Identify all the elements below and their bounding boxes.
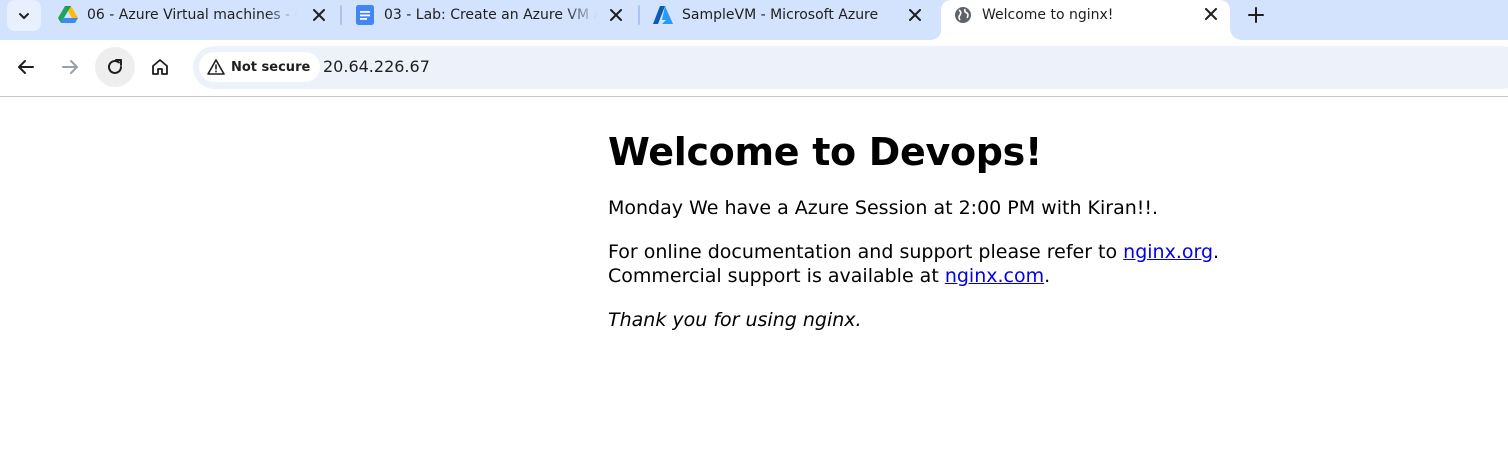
google-docs-icon: [355, 5, 375, 25]
punctuation: .: [1213, 241, 1220, 263]
address-bar[interactable]: Not secure 20.64.226.67: [193, 46, 1508, 89]
close-icon[interactable]: [310, 6, 328, 24]
close-icon[interactable]: [1202, 5, 1220, 23]
google-drive-icon: [58, 5, 78, 25]
tab-search-button[interactable]: [7, 0, 41, 31]
reload-icon: [108, 59, 122, 74]
nginx-org-link[interactable]: nginx.org: [1123, 241, 1213, 263]
close-icon[interactable]: [607, 6, 625, 24]
security-label: Not secure: [231, 59, 311, 75]
back-button[interactable]: [6, 47, 46, 87]
reload-button[interactable]: [95, 47, 135, 87]
toolbar: Not secure 20.64.226.67: [0, 40, 1508, 97]
chevron-down-icon: [19, 12, 29, 19]
new-tab-button[interactable]: [1243, 3, 1269, 27]
tab-strip: 06 - Azure Virtual machines - Google Dri…: [0, 0, 1508, 40]
nginx-com-link[interactable]: nginx.com: [945, 265, 1044, 287]
tab-google-drive[interactable]: 06 - Azure Virtual machines - Google Dri…: [46, 0, 338, 30]
support-paragraph: For online documentation and support ple…: [608, 240, 1308, 288]
session-text: Monday We have a Azure Session at 2:00 P…: [608, 197, 1159, 219]
tab-title: 06 - Azure Virtual machines - Google Dri…: [87, 7, 297, 23]
tab-azure[interactable]: SampleVM - Microsoft Azure: [641, 0, 934, 30]
url-text[interactable]: 20.64.226.67: [323, 57, 430, 76]
tab-curve: [1230, 28, 1242, 40]
tab-title: 03 - Lab: Create an Azure VM and install…: [384, 7, 597, 23]
toolbar-divider: [0, 96, 1508, 97]
support-text: For online documentation and support ple…: [608, 241, 1124, 263]
close-icon[interactable]: [906, 6, 924, 24]
arrow-right-icon: [62, 60, 78, 74]
forward-button[interactable]: [50, 47, 90, 87]
punctuation: .: [1044, 265, 1051, 287]
tab-separator: [638, 5, 640, 25]
warning-icon: [207, 59, 225, 75]
page-heading: Welcome to Devops!: [608, 130, 1043, 174]
tab-google-docs[interactable]: 03 - Lab: Create an Azure VM and install…: [343, 0, 635, 30]
azure-icon: [653, 5, 673, 25]
commercial-text: Commercial support is available at: [608, 265, 945, 287]
page-content: Welcome to Devops! Monday We have a Azur…: [608, 98, 1308, 332]
tab-separator: [340, 5, 342, 25]
globe-icon: [953, 5, 973, 25]
thanks-text: Thank you for using nginx.: [608, 309, 862, 331]
plus-icon: [1248, 7, 1264, 23]
arrow-left-icon: [18, 60, 34, 74]
tab-title: Welcome to nginx!: [982, 7, 1114, 23]
home-button[interactable]: [140, 47, 180, 87]
site-info-chip[interactable]: Not secure: [199, 52, 321, 82]
home-icon: [152, 59, 168, 75]
tab-nginx-active[interactable]: Welcome to nginx!: [941, 0, 1230, 40]
tab-title: SampleVM - Microsoft Azure: [682, 7, 879, 23]
